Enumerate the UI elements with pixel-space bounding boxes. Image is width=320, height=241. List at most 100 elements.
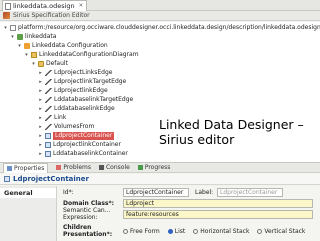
file-icon: [10, 25, 16, 31]
expand-icon[interactable]: ▸: [38, 105, 43, 113]
progress-icon: [137, 165, 143, 170]
expand-icon[interactable]: ▸: [38, 132, 43, 140]
expand-icon[interactable]: ▾: [17, 42, 22, 50]
expand-icon[interactable]: ▾: [24, 51, 29, 59]
caption-overlay: Linked Data Designer – Sirius editor: [159, 117, 319, 147]
tab-console[interactable]: Console: [98, 164, 130, 171]
id-row: Id*: LdprojectContainer Label: Ldproject…: [63, 187, 283, 197]
tree-item-edge[interactable]: ▸ LdprojectlinkEdge: [38, 87, 108, 95]
radio-icon[interactable]: [193, 228, 199, 234]
container-icon: [45, 133, 51, 139]
expand-icon[interactable]: ▾: [10, 33, 15, 41]
container-icon: [4, 176, 10, 182]
container-icon: [45, 142, 51, 148]
radio-icon[interactable]: [123, 228, 128, 234]
expand-icon[interactable]: ▸: [38, 96, 43, 104]
expand-icon[interactable]: ▸: [38, 78, 43, 86]
properties-tab-bar: Properties Problems Console Progress: [0, 162, 320, 173]
tree-item-label: Default: [46, 60, 68, 67]
edge-icon: [45, 88, 52, 94]
expand-icon[interactable]: ▸: [38, 69, 43, 77]
tree-item-container[interactable]: ▸ LdprojectlinkContainer: [38, 141, 121, 149]
tree-item-container-selected[interactable]: ▸ LdprojectContainer: [38, 132, 115, 140]
option-list[interactable]: List: [167, 228, 185, 235]
tree-item-label: LddatabaselinkTargetEdge: [54, 96, 134, 103]
diagram-icon: [31, 52, 37, 58]
children-row: Children Presentation*: Free Form List H…: [63, 224, 313, 238]
properties-title-label: LdprojectContainer: [13, 175, 89, 183]
edge-icon: [45, 70, 52, 76]
tree-item-edge[interactable]: ▸ VolumesFrom: [38, 123, 94, 131]
tree-item-edge[interactable]: ▸ Link: [38, 114, 66, 122]
edge-icon: [45, 124, 52, 130]
expand-icon[interactable]: ▾: [3, 24, 8, 32]
editor-tab-label: linkeddata.odesign: [13, 1, 75, 10]
expand-icon[interactable]: ▸: [38, 87, 43, 95]
properties-title: LdprojectContainer: [0, 174, 320, 185]
tree-item-label: Link: [54, 114, 67, 121]
tree-item-edge[interactable]: ▸ LdprojectLinksEdge: [38, 69, 113, 77]
radio-selected-icon[interactable]: [167, 228, 173, 234]
tree-item-default[interactable]: ▾ Default: [31, 60, 68, 68]
section-general[interactable]: General: [0, 188, 56, 198]
sirius-icon: [3, 12, 10, 19]
caption-line-1: Linked Data Designer –: [159, 117, 304, 132]
option-horizontal-stack[interactable]: Horizontal Stack: [193, 228, 249, 235]
label-field[interactable]: LdprojectContainer: [217, 187, 283, 197]
tree-item-edge[interactable]: ▸ LddatabaselinkEdge: [38, 105, 115, 113]
expand-icon[interactable]: ▾: [31, 60, 36, 68]
tree-item-diagram[interactable]: ▾ LinkeddataConfigurationDiagram: [24, 51, 139, 59]
expand-icon[interactable]: ▸: [38, 123, 43, 131]
console-icon: [98, 165, 104, 170]
tree-item-linkeddata[interactable]: ▾ linkeddata: [10, 33, 56, 41]
tree-item-label: LddatabaselinkEdge: [54, 105, 115, 112]
properties-form: Id*: LdprojectContainer Label: Ldproject…: [57, 186, 320, 241]
close-icon[interactable]: ✕: [79, 2, 84, 11]
tree-item-edge[interactable]: ▸ LddatabaselinkTargetEdge: [38, 96, 133, 104]
tree-item-label: linkeddata: [25, 33, 57, 40]
editor-title: Sirius Specification Editor: [13, 12, 90, 19]
semantic-label: Semantic Can... Expression:: [63, 207, 111, 221]
editor-tab-bar: linkeddata.odesign ✕: [0, 0, 320, 11]
tree-item-label: LinkeddataConfigurationDiagram: [39, 51, 139, 58]
tab-problems[interactable]: Problems: [56, 164, 91, 171]
semantic-expression-field[interactable]: feature:resources: [123, 209, 313, 219]
properties-panel: Properties Problems Console Progress Ldp…: [0, 162, 320, 241]
option-vertical-stack[interactable]: Vertical Stack: [257, 228, 305, 235]
tree-item-container[interactable]: ▸ LddatabaselinkContainer: [38, 150, 128, 158]
tab-progress[interactable]: Progress: [137, 164, 171, 171]
group-icon: [17, 34, 23, 40]
tree-item-label: platform:/resource/org.occiware.clouddes…: [18, 24, 320, 31]
properties-icon: [7, 165, 12, 171]
option-label: Free Form: [130, 227, 160, 235]
tree-item-label: Linkeddata Configuration: [32, 42, 108, 49]
id-label: Id*:: [63, 188, 74, 196]
properties-sections: General: [0, 186, 57, 241]
container-icon: [45, 151, 51, 157]
tree-item-edge[interactable]: ▸ LdprojectlinkTargetEdge: [38, 78, 126, 86]
tab-label: Progress: [144, 164, 171, 171]
expand-icon[interactable]: ▸: [38, 141, 43, 149]
edge-icon: [45, 79, 52, 85]
option-label: Horizontal Stack: [200, 227, 250, 235]
edge-icon: [45, 106, 52, 112]
caption-line-2: Sirius editor: [159, 132, 235, 147]
tree-item-label: LdprojectlinkContainer: [53, 141, 121, 148]
edge-icon: [45, 97, 52, 103]
edge-icon: [45, 115, 52, 121]
id-field[interactable]: LdprojectContainer: [123, 187, 189, 197]
tree-item-label: LdprojectlinkTargetEdge: [54, 78, 127, 85]
expand-icon[interactable]: ▸: [38, 150, 43, 158]
option-free-form[interactable]: Free Form: [123, 228, 160, 235]
domain-label: Domain Class*:: [63, 199, 115, 207]
domain-class-field[interactable]: Ldproject: [123, 198, 313, 208]
tree-item-label: LddatabaselinkContainer: [53, 150, 128, 157]
tree-item-configuration[interactable]: ▾ Linkeddata Configuration: [17, 42, 108, 50]
file-icon: [5, 2, 11, 10]
tab-properties[interactable]: Properties: [3, 162, 49, 173]
option-label: Vertical Stack: [264, 227, 306, 235]
radio-icon[interactable]: [257, 228, 263, 234]
editor-tab-linkeddata[interactable]: linkeddata.odesign ✕: [2, 0, 88, 11]
tree-item-resource[interactable]: ▾ platform:/resource/org.occiware.cloudd…: [3, 24, 320, 32]
expand-icon[interactable]: ▸: [38, 114, 43, 122]
